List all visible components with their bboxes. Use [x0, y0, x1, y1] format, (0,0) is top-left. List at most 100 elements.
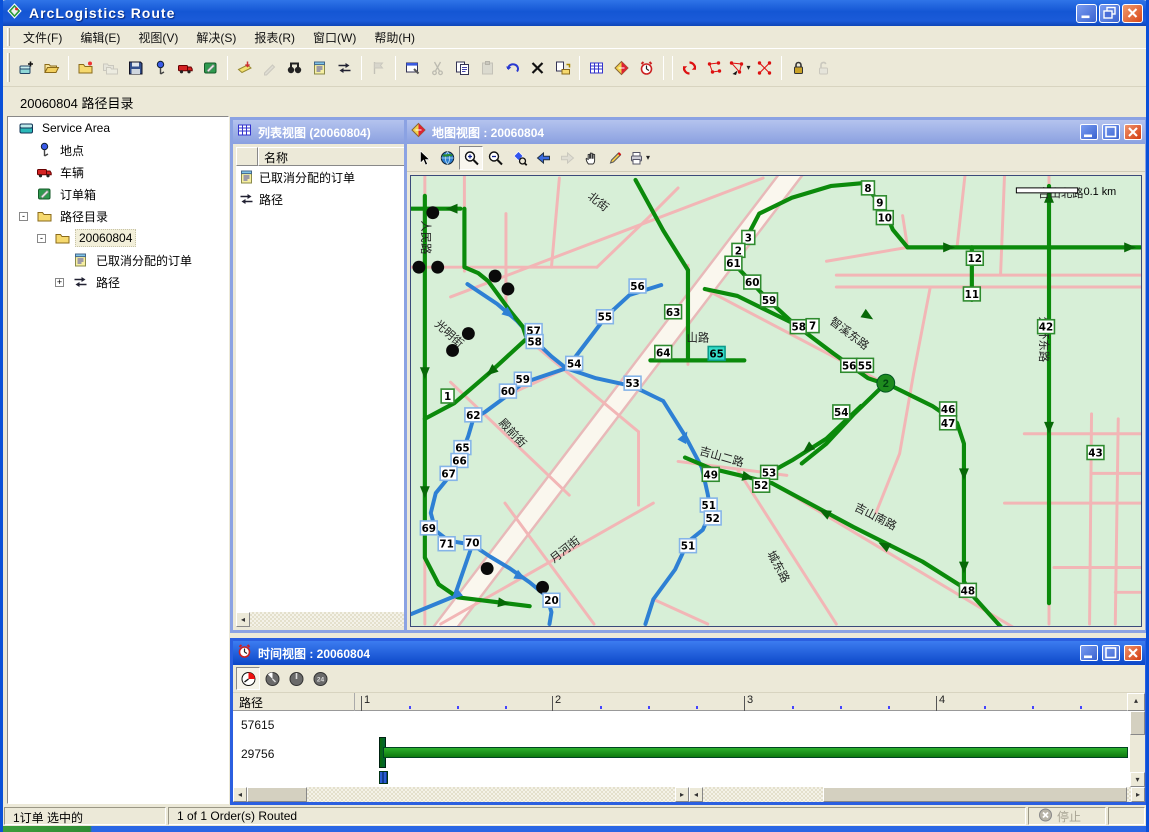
minimize-button[interactable] — [1076, 4, 1097, 23]
tree-item-20060804[interactable]: -20060804 — [8, 227, 228, 249]
svg-text:城东路: 城东路 — [764, 548, 793, 585]
title-bar[interactable]: ArcLogistics Route — [0, 0, 1149, 26]
solve-route-button[interactable] — [677, 55, 702, 80]
route-column-header[interactable]: 路径 — [233, 693, 355, 711]
move-page-button[interactable] — [550, 55, 575, 80]
assign-net-button[interactable]: ▾ — [727, 55, 752, 80]
zoom-out-button[interactable] — [483, 146, 507, 170]
collapse-icon[interactable]: - — [19, 212, 28, 221]
time-scroll-thumb[interactable] — [823, 787, 1127, 802]
menu-item-7[interactable]: 帮助(H) — [365, 26, 424, 49]
map-view-button[interactable] — [609, 55, 634, 80]
menu-item-3[interactable]: 视图(V) — [129, 26, 187, 49]
ruler-minor-tick — [409, 706, 411, 709]
menu-item-2[interactable]: 编辑(E) — [71, 26, 129, 49]
sequence-net-button[interactable] — [702, 55, 727, 80]
route-arrows-button[interactable] — [332, 55, 357, 80]
select-arrow-button[interactable] — [411, 146, 435, 170]
time-marker[interactable] — [379, 771, 388, 784]
tree-item-车辆[interactable]: 车辆 — [8, 161, 228, 183]
unassign-net-button[interactable] — [752, 55, 777, 80]
find-binoculars-button[interactable] — [282, 55, 307, 80]
label-scroll-left-button[interactable]: ◂ — [233, 787, 247, 802]
time-scroll-track[interactable] — [703, 787, 1131, 802]
dropdown-caret-icon[interactable]: ▾ — [746, 63, 750, 72]
map-maximize-button[interactable] — [1102, 124, 1120, 140]
order-box-button[interactable] — [198, 55, 223, 80]
ruler-scroll-up-button[interactable]: ▴ — [1127, 693, 1145, 711]
toolbar-handle[interactable] — [7, 53, 10, 83]
time-scroll-right-button[interactable]: ▸ — [1131, 787, 1145, 802]
time-minimize-button[interactable] — [1080, 645, 1098, 661]
map-canvas[interactable]: 北街人民路光明街山路吉山北路外环东路智溪东路殿前街月河街吉山二路吉山南路城东路8… — [410, 175, 1142, 627]
label-scroll-right-button[interactable]: ▸ — [675, 787, 689, 802]
menu-item-1[interactable]: 文件(F) — [14, 26, 71, 49]
pan-hand-button[interactable] — [579, 146, 603, 170]
stop-button[interactable]: 停止 — [1028, 807, 1106, 825]
globe-button[interactable] — [435, 146, 459, 170]
new-project-button[interactable] — [14, 55, 39, 80]
vscroll-thumb[interactable] — [1130, 711, 1145, 735]
pencil-button[interactable] — [603, 146, 627, 170]
time-window-titlebar[interactable]: 时间视图 : 20060804 — [233, 641, 1145, 665]
back-arrow-button[interactable] — [531, 146, 555, 170]
taskbar-sliver[interactable] — [0, 826, 1149, 832]
toolbar-separator — [781, 56, 782, 80]
menu-bar: 文件(F)编辑(E)视图(V)解决(S)报表(R)窗口(W)帮助(H) — [3, 26, 1146, 49]
tree-item-订单箱[interactable]: 订单箱 — [8, 183, 228, 205]
time-scroll-left-button[interactable]: ◂ — [689, 787, 703, 802]
location-pin-button[interactable] — [148, 55, 173, 80]
tree-item-地点[interactable]: 地点 — [8, 139, 228, 161]
time-maximize-button[interactable] — [1102, 645, 1120, 661]
zoom-in-button[interactable] — [459, 146, 483, 170]
new-folder-button[interactable] — [73, 55, 98, 80]
label-scroll-thumb[interactable] — [247, 787, 307, 802]
menu-handle[interactable] — [7, 28, 10, 46]
close-button[interactable] — [1122, 4, 1143, 23]
delete-x-button[interactable] — [525, 55, 550, 80]
open-folder-button[interactable] — [39, 55, 64, 80]
folder-icon — [54, 230, 71, 246]
map-window-titlebar[interactable]: 地图视图 : 20060804 — [407, 120, 1145, 144]
vehicle-truck-button[interactable] — [173, 55, 198, 80]
label-scroll-track[interactable] — [247, 787, 675, 802]
ruler-major-tick — [361, 696, 362, 711]
route-gantt-bar[interactable] — [383, 747, 1128, 758]
dropdown-caret-icon[interactable]: ▾ — [646, 153, 650, 162]
scroll-left-button[interactable]: ◂ — [236, 612, 250, 627]
clock-half-button[interactable] — [260, 667, 284, 690]
menu-item-6[interactable]: 窗口(W) — [304, 26, 365, 49]
clock-hand-button[interactable] — [284, 667, 308, 690]
gantt-content[interactable]: ▾ 5761529756 — [233, 711, 1145, 787]
map-minimize-button[interactable] — [1080, 124, 1098, 140]
clock-24-button[interactable]: 24 — [308, 667, 332, 690]
time-vscrollbar[interactable]: ▾ — [1130, 711, 1145, 787]
menu-item-4[interactable]: 解决(S) — [187, 26, 245, 49]
expand-icon[interactable]: + — [55, 278, 64, 287]
map-close-button[interactable] — [1124, 124, 1142, 140]
tree-item-已取消分配的订单[interactable]: 已取消分配的订单 — [8, 249, 228, 271]
svg-text:49: 49 — [703, 469, 717, 481]
navigation-tree[interactable]: Service Area地点车辆订单箱-路径目录-20060804已取消分配的订… — [7, 116, 229, 804]
vehicle-truck-icon — [36, 164, 53, 180]
scroll-down-button[interactable]: ▾ — [1130, 772, 1145, 787]
tree-item-路径[interactable]: +路径 — [8, 271, 228, 293]
list-view-button[interactable] — [584, 55, 609, 80]
save-button[interactable] — [123, 55, 148, 80]
clock-red-button[interactable] — [236, 667, 260, 690]
restore-button[interactable] — [1099, 4, 1120, 23]
properties-button[interactable] — [400, 55, 425, 80]
undo-button[interactable] — [500, 55, 525, 80]
tree-item-路径目录[interactable]: -路径目录 — [8, 205, 228, 227]
tree-item-Service Area[interactable]: Service Area — [8, 117, 228, 139]
zoom-box-button[interactable] — [507, 146, 531, 170]
menu-item-5[interactable]: 报表(R) — [245, 26, 304, 49]
copy-button[interactable] — [450, 55, 475, 80]
import-orders-button[interactable] — [232, 55, 257, 80]
orders-pad-button[interactable] — [307, 55, 332, 80]
collapse-icon[interactable]: - — [37, 234, 46, 243]
printer-button[interactable]: ▾ — [627, 146, 651, 170]
lock-button[interactable] — [786, 55, 811, 80]
time-view-button[interactable] — [634, 55, 659, 80]
time-close-button[interactable] — [1124, 645, 1142, 661]
